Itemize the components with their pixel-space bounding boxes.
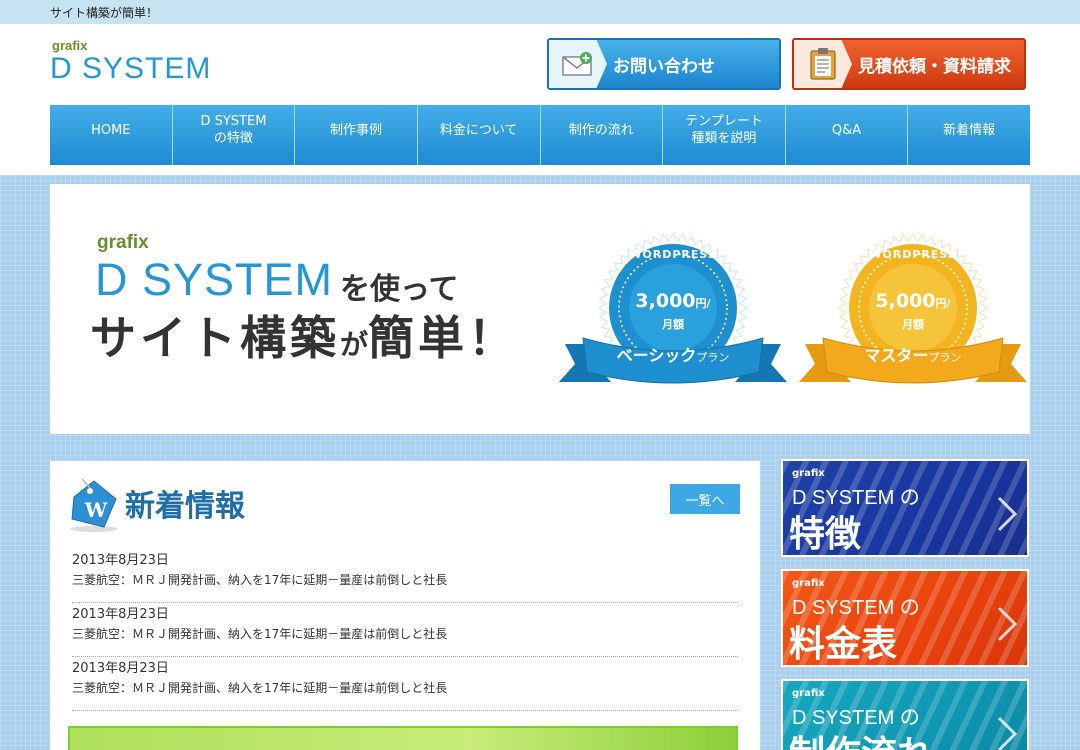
badge-basic-price-value: 3,000 <box>635 290 696 312</box>
badge-master-name-suffix: プラン <box>928 351 962 364</box>
nav-item-label: 料金について <box>439 122 518 138</box>
news-section: W 新着情報 一覧へ 2013年8月23日 三菱航空：ＭＲＪ開発計画、納入を17… <box>50 461 760 750</box>
badge-basic-name: ベーシックプラン <box>555 342 791 366</box>
nav-item-label: テンプレート 種類を説明 <box>685 114 763 146</box>
svg-text:W: W <box>84 498 108 522</box>
banner-grafix: grafix <box>792 468 825 479</box>
contact-button[interactable]: お問い合わせ <box>547 38 781 90</box>
hero-headline-c: 簡単！ <box>368 311 519 365</box>
hero-headline-a: サイト構築 <box>90 311 340 365</box>
pricing-banner[interactable]: grafix D SYSTEM の 料金表 <box>780 568 1030 668</box>
badge-basic-top: WORDPRESS <box>629 248 717 261</box>
chevron-right-icon <box>997 496 1018 532</box>
banner-grafix: grafix <box>792 578 825 589</box>
quote-request-button[interactable]: 見積依頼・資料請求 <box>792 38 1026 90</box>
nav-item-label: 制作事例 <box>330 122 383 138</box>
news-link[interactable]: 三菱航空：ＭＲＪ開発計画、納入を17年に延期－量産は前倒しと社長 <box>72 678 738 698</box>
news-list: 2013年8月23日 三菱航空：ＭＲＪ開発計画、納入を17年に延期－量産は前倒し… <box>72 549 738 711</box>
news-link[interactable]: 三菱航空：ＭＲＪ開発計画、納入を17年に延期－量産は前倒しと社長 <box>72 624 738 644</box>
hero-banner: grafix D SYSTEM を使って サイト構築が簡単！ WORDPRESS… <box>50 184 1030 434</box>
hero-dsystem: D SYSTEM <box>95 254 334 305</box>
news-item[interactable]: 2013年8月23日 三菱航空：ＭＲＪ開発計画、納入を17年に延期－量産は前倒し… <box>72 603 738 657</box>
nav-item-label: 制作の流れ <box>568 122 634 138</box>
tagline: サイト構築が簡単！ <box>50 6 159 20</box>
news-title: 新着情報 <box>125 489 245 524</box>
banner-title: 料金表 <box>789 623 898 665</box>
badge-master-price-per: 円/ <box>935 297 951 310</box>
nav-item-works[interactable]: 制作事例 <box>295 105 418 165</box>
nav-item-features[interactable]: D SYSTEM の特徴 <box>173 105 296 165</box>
news-item[interactable]: 2013年8月23日 三菱航空：ＭＲＪ開発計画、納入を17年に延期－量産は前倒し… <box>72 657 738 711</box>
nav-item-flow[interactable]: 制作の流れ <box>541 105 664 165</box>
global-nav: HOME D SYSTEM の特徴 制作事例 料金について 制作の流れ テンプレ… <box>50 105 1030 165</box>
badge-basic-name-text: ベーシック <box>616 346 697 365</box>
flow-banner[interactable]: grafix D SYSTEM の 制作流れ <box>780 678 1030 750</box>
nav-item-qa[interactable]: Q&A <box>786 105 909 165</box>
hero-headline: サイト構築が簡単！ <box>90 302 518 368</box>
badge-basic-price: 3,000円/ <box>555 290 791 312</box>
badge-basic-price-per: 円/ <box>695 297 711 310</box>
nav-item-label: 新着情報 <box>943 122 996 138</box>
nav-item-templates[interactable]: テンプレート 種類を説明 <box>663 105 786 165</box>
wordpress-tag-icon: W <box>68 477 120 537</box>
nav-item-label: HOME <box>91 122 131 138</box>
logo[interactable]: D SYSTEM <box>50 52 211 86</box>
news-date: 2013年8月23日 <box>72 553 169 568</box>
features-banner[interactable]: grafix D SYSTEM の 特徴 <box>780 458 1030 558</box>
chevron-right-icon <box>997 716 1018 750</box>
nav-item-news[interactable]: 新着情報 <box>908 105 1030 165</box>
chevron-right-icon <box>997 606 1018 642</box>
badge-basic-name-suffix: プラン <box>696 351 730 364</box>
news-date: 2013年8月23日 <box>72 661 169 676</box>
badge-master-price: 5,000円/ <box>795 290 1031 312</box>
badge-master-unit: 月額 <box>902 318 924 331</box>
banner-grafix: grafix <box>792 688 825 699</box>
badge-master-price-value: 5,000 <box>875 290 936 312</box>
badge-master-top: WORDPRESS <box>869 248 957 261</box>
plan-badge-basic[interactable]: WORDPRESS 3,000円/ 月額 ベーシックプラン <box>555 226 791 406</box>
plan-badge-master[interactable]: WORDPRESS 5,000円/ 月額 マスタープラン <box>795 226 1031 406</box>
clipboard-icon <box>794 40 852 88</box>
badge-master-name: マスタープラン <box>795 342 1031 366</box>
hero-headline-b: が <box>340 328 369 361</box>
nav-item-pricing[interactable]: 料金について <box>418 105 541 165</box>
green-promo-banner[interactable] <box>68 726 738 750</box>
top-strip: サイト構築が簡単！ <box>0 0 1080 24</box>
news-more-button[interactable]: 一覧へ <box>670 484 740 514</box>
news-link[interactable]: 三菱航空：ＭＲＪ開発計画、納入を17年に延期－量産は前倒しと社長 <box>72 570 738 590</box>
quote-request-button-label: 見積依頼・資料請求 <box>858 56 1011 77</box>
banner-title: 特徴 <box>789 513 862 555</box>
news-date: 2013年8月23日 <box>72 607 169 622</box>
logo-grafix[interactable]: grafix <box>52 38 87 53</box>
mail-icon <box>549 40 607 88</box>
contact-button-label: お問い合わせ <box>613 56 715 77</box>
nav-item-label: D SYSTEM の特徴 <box>200 114 267 146</box>
nav-item-home[interactable]: HOME <box>50 105 173 165</box>
news-item[interactable]: 2013年8月23日 三菱航空：ＭＲＪ開発計画、納入を17年に延期－量産は前倒し… <box>72 549 738 603</box>
hero-grafix: grafix <box>97 232 149 253</box>
badge-master-name-text: マスター <box>864 346 929 365</box>
badge-basic-unit: 月額 <box>662 318 684 331</box>
banner-title: 制作流れ <box>789 725 933 750</box>
nav-item-label: Q&A <box>831 122 862 138</box>
